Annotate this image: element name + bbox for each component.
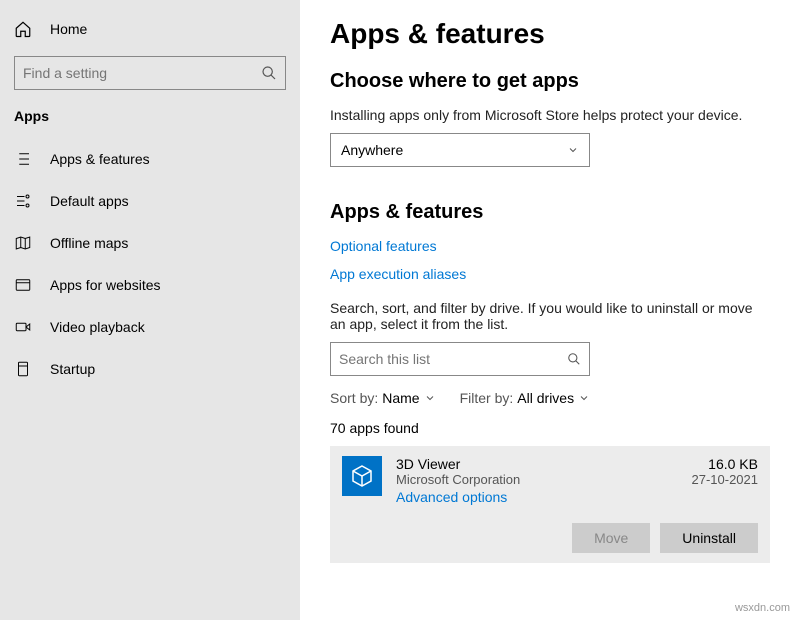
default-apps-icon [14,192,32,210]
sidebar-item-label: Apps for websites [50,277,161,293]
sort-by-control[interactable]: Sort by: Name [330,390,436,406]
chevron-down-icon [578,392,590,404]
apps-count: 70 apps found [330,420,770,436]
app-execution-aliases-link[interactable]: App execution aliases [330,266,466,282]
filter-by-label: Filter by: [460,390,514,406]
optional-features-link[interactable]: Optional features [330,238,437,254]
sidebar-item-startup[interactable]: Startup [0,348,300,390]
sidebar-item-label: Default apps [50,193,129,209]
apps-websites-icon [14,276,32,294]
sidebar-section-title: Apps [0,108,300,138]
section-choose-source-desc: Installing apps only from Microsoft Stor… [330,107,770,123]
startup-icon [14,360,32,378]
sidebar-item-offline-maps[interactable]: Offline maps [0,222,300,264]
move-button[interactable]: Move [572,523,650,553]
find-setting-search[interactable] [14,56,286,90]
advanced-options-link[interactable]: Advanced options [396,489,507,505]
app-list-search[interactable] [330,342,590,376]
app-icon [342,456,382,496]
sidebar-item-default-apps[interactable]: Default apps [0,180,300,222]
app-source-dropdown[interactable]: Anywhere [330,133,590,167]
page-title: Apps & features [330,18,770,50]
cube-icon [350,464,374,488]
home-nav[interactable]: Home [0,14,300,52]
filter-by-value: All drives [517,390,574,406]
app-date: 27-10-2021 [692,472,759,487]
home-icon [14,20,32,38]
list-description: Search, sort, and filter by drive. If yo… [330,300,770,332]
sidebar-item-apps-features[interactable]: Apps & features [0,138,300,180]
chevron-down-icon [567,144,579,156]
section-apps-features-title: Apps & features [330,201,770,224]
find-setting-input[interactable] [23,65,261,81]
app-source-value: Anywhere [341,142,403,158]
search-icon [261,65,277,81]
sort-by-label: Sort by: [330,390,378,406]
video-playback-icon [14,318,32,336]
app-list-search-input[interactable] [339,351,567,367]
chevron-down-icon [424,392,436,404]
filter-by-control[interactable]: Filter by: All drives [460,390,590,406]
watermark: wsxdn.com [735,602,790,614]
sidebar-item-label: Startup [50,361,95,377]
apps-features-icon [14,150,32,168]
app-list-item[interactable]: 3D Viewer Microsoft Corporation Advanced… [330,446,770,563]
app-publisher: Microsoft Corporation [396,472,678,487]
sidebar-item-apps-websites[interactable]: Apps for websites [0,264,300,306]
sidebar-item-video-playback[interactable]: Video playback [0,306,300,348]
offline-maps-icon [14,234,32,252]
app-name: 3D Viewer [396,456,678,472]
sidebar-item-label: Offline maps [50,235,128,251]
search-icon [567,352,581,366]
sort-by-value: Name [382,390,419,406]
section-choose-source-title: Choose where to get apps [330,70,770,93]
sidebar-item-label: Apps & features [50,151,150,167]
app-size: 16.0 KB [692,456,759,472]
uninstall-button[interactable]: Uninstall [660,523,758,553]
sidebar-item-label: Video playback [50,319,145,335]
home-label: Home [50,21,87,37]
